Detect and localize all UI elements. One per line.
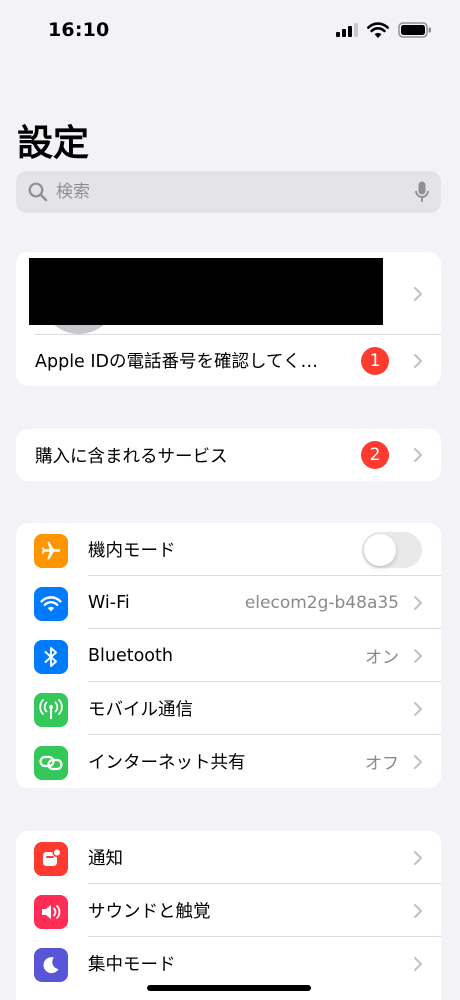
link-icon <box>34 746 68 780</box>
apple-id-profile-row[interactable] <box>16 252 441 335</box>
purchase-services-row[interactable]: 購入に含まれるサービス 2 <box>16 429 441 481</box>
row-label: 機内モード <box>88 541 176 561</box>
chevron-right-icon <box>413 956 423 971</box>
apple-id-phone-notice-row[interactable]: Apple IDの電話番号を確認してく… 1 <box>16 335 441 386</box>
search-input[interactable] <box>56 182 415 202</box>
row-label: Bluetooth <box>88 645 173 666</box>
sounds-haptics-row[interactable]: サウンドと触覚 <box>16 884 441 937</box>
bluetooth-row[interactable]: Bluetooth オン <box>16 629 441 682</box>
row-label: Apple IDの電話番号を確認してく… <box>35 352 318 372</box>
search-bar[interactable] <box>16 171 441 213</box>
airplane-mode-row[interactable]: 機内モード <box>16 523 441 576</box>
page-title: 設定 <box>17 123 90 164</box>
airplane-icon <box>34 534 68 568</box>
search-icon <box>28 182 48 202</box>
redacted-profile-info <box>29 258 383 325</box>
status-bar: 16:10 <box>0 0 460 62</box>
chevron-right-icon <box>413 850 423 865</box>
bluetooth-status: オン <box>365 648 399 668</box>
mobile-data-row[interactable]: モバイル通信 <box>16 682 441 735</box>
airplane-mode-toggle[interactable] <box>362 531 422 568</box>
speaker-icon <box>34 895 68 929</box>
bluetooth-icon <box>34 640 68 674</box>
chevron-right-icon <box>413 286 423 301</box>
services-group: 購入に含まれるサービス 2 <box>16 429 441 481</box>
status-icons <box>336 22 432 38</box>
chevron-right-icon <box>413 903 423 918</box>
notification-badge: 2 <box>361 441 389 469</box>
cellular-signal-icon <box>336 23 358 37</box>
chevron-right-icon <box>413 648 423 663</box>
status-time: 16:10 <box>48 19 110 41</box>
focus-row[interactable]: 集中モード <box>16 937 441 990</box>
row-label: 購入に含まれるサービス <box>35 446 228 467</box>
wifi-row[interactable]: Wi-Fi elecom2g-b48a35 <box>16 576 441 629</box>
notification-group: 通知 サウンドと触覚 集中モード <box>16 831 441 1000</box>
wifi-status-icon <box>367 22 389 38</box>
chevron-right-icon <box>413 447 423 463</box>
row-label: モバイル通信 <box>88 700 193 720</box>
home-indicator[interactable] <box>147 985 311 991</box>
notification-badge: 1 <box>361 346 389 375</box>
connectivity-group: 機内モード Wi-Fi elecom2g-b48a35 Bluetooth オン <box>16 523 441 788</box>
row-label: インターネット共有 <box>88 753 246 773</box>
account-group: Apple IDの電話番号を確認してく… 1 <box>16 252 441 386</box>
row-label: 通知 <box>88 849 123 869</box>
row-label: Wi-Fi <box>88 592 130 613</box>
row-label: サウンドと触覚 <box>88 902 211 922</box>
personal-hotspot-row[interactable]: インターネット共有 オフ <box>16 735 441 788</box>
chevron-right-icon <box>413 754 423 769</box>
moon-icon <box>34 948 68 982</box>
wifi-network-name: elecom2g-b48a35 <box>244 592 399 613</box>
notifications-row[interactable]: 通知 <box>16 831 441 884</box>
chevron-right-icon <box>413 595 423 610</box>
antenna-icon <box>34 693 68 727</box>
wifi-icon <box>34 587 68 621</box>
hotspot-status: オフ <box>365 754 399 774</box>
row-label: 集中モード <box>88 955 176 975</box>
chevron-right-icon <box>413 701 423 716</box>
chevron-right-icon <box>413 353 423 368</box>
microphone-icon[interactable] <box>415 181 429 203</box>
bell-icon <box>34 842 68 876</box>
battery-icon <box>398 22 431 38</box>
